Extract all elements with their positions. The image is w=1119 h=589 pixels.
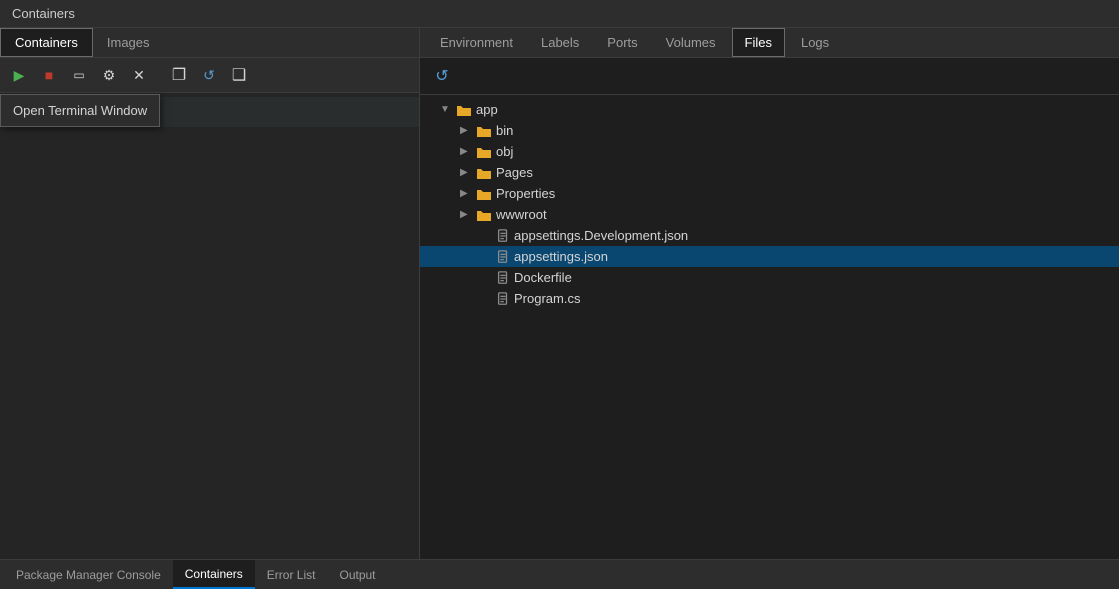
file-tree: ▼ app ▶ bin ▶ obj <box>420 95 1119 559</box>
tree-item-bin[interactable]: ▶ bin <box>420 120 1119 141</box>
right-tabs: Environment Labels Ports Volumes Files L… <box>420 28 1119 58</box>
folder-icon <box>476 166 492 180</box>
file-icon <box>496 229 510 243</box>
tree-item-label: app <box>476 102 498 117</box>
tree-item-label: wwwroot <box>496 207 547 222</box>
terminal-button[interactable]: ▭ <box>66 62 92 88</box>
tab-environment[interactable]: Environment <box>428 29 525 56</box>
bottom-tab-error-list[interactable]: Error List <box>255 560 328 589</box>
toolbar: ▶ ■ ▭ ⚙ ✕ ❐ ↺ ❑ Open Terminal Window <box>0 58 419 93</box>
tree-item-label: Properties <box>496 186 555 201</box>
tab-images[interactable]: Images <box>93 28 164 57</box>
tree-item-wwwroot[interactable]: ▶ wwwroot <box>420 204 1119 225</box>
tooltip-popup: Open Terminal Window <box>0 94 160 127</box>
folder-icon <box>456 103 472 117</box>
tabs-bar: Containers Images <box>0 28 419 58</box>
chevron-right-icon: ▶ <box>460 188 472 199</box>
chevron-down-icon: ▼ <box>440 104 452 115</box>
chevron-right-icon: ▶ <box>460 167 472 178</box>
folder-icon <box>476 187 492 201</box>
stop-button[interactable]: ■ <box>36 62 62 88</box>
tab-logs[interactable]: Logs <box>789 29 841 56</box>
tree-item-pages[interactable]: ▶ Pages <box>420 162 1119 183</box>
tab-files[interactable]: Files <box>732 28 785 57</box>
play-button[interactable]: ▶ <box>6 62 32 88</box>
container-list: WebApplication3 <box>0 93 419 559</box>
bottom-tabs-bar: Package Manager Console Containers Error… <box>0 559 1119 589</box>
tab-volumes[interactable]: Volumes <box>654 29 728 56</box>
tree-item-label: Dockerfile <box>514 270 572 285</box>
refresh-button[interactable]: ↺ <box>196 62 222 88</box>
chevron-right-icon: ▶ <box>460 209 472 220</box>
files-toolbar: ↺ <box>420 58 1119 95</box>
tree-item-properties[interactable]: ▶ Properties <box>420 183 1119 204</box>
chevron-right-icon: ▶ <box>460 125 472 136</box>
file-icon <box>496 292 510 306</box>
tree-item-dockerfile[interactable]: ▶ Dockerfile <box>420 267 1119 288</box>
right-panel: Environment Labels Ports Volumes Files L… <box>420 28 1119 559</box>
tree-item-app[interactable]: ▼ app <box>420 99 1119 120</box>
tree-item-appsettings[interactable]: ▶ appsettings.json <box>420 246 1119 267</box>
left-panel: Containers Images ▶ ■ ▭ ⚙ ✕ ❐ ↺ ❑ Open T… <box>0 28 420 559</box>
close-button[interactable]: ✕ <box>126 62 152 88</box>
tree-item-program[interactable]: ▶ Program.cs <box>420 288 1119 309</box>
folder-icon <box>476 208 492 222</box>
bottom-tab-output[interactable]: Output <box>327 560 387 589</box>
bottom-tab-containers[interactable]: Containers <box>173 560 255 589</box>
title-text: Containers <box>12 6 75 21</box>
main-content: Containers Images ▶ ■ ▭ ⚙ ✕ ❐ ↺ ❑ Open T… <box>0 28 1119 559</box>
tree-item-label: obj <box>496 144 513 159</box>
folder-icon <box>476 124 492 138</box>
tab-containers[interactable]: Containers <box>0 28 93 57</box>
tooltip-text: Open Terminal Window <box>13 103 147 118</box>
tree-item-label: appsettings.Development.json <box>514 228 688 243</box>
bottom-tab-package-manager[interactable]: Package Manager Console <box>4 560 173 589</box>
folder-icon <box>476 145 492 159</box>
tree-item-label: bin <box>496 123 513 138</box>
chevron-right-icon: ▶ <box>460 146 472 157</box>
copy-button[interactable]: ❐ <box>166 62 192 88</box>
tree-item-label: Program.cs <box>514 291 580 306</box>
file-icon <box>496 271 510 285</box>
tree-item-label: appsettings.json <box>514 249 608 264</box>
tree-item-appsettings-dev[interactable]: ▶ appsettings.Development.json <box>420 225 1119 246</box>
settings-button[interactable]: ⚙ <box>96 62 122 88</box>
files-refresh-button[interactable]: ↺ <box>430 64 454 88</box>
tree-item-obj[interactable]: ▶ obj <box>420 141 1119 162</box>
title-bar: Containers <box>0 0 1119 28</box>
tab-ports[interactable]: Ports <box>595 29 649 56</box>
extra-button[interactable]: ❑ <box>226 62 252 88</box>
tree-item-label: Pages <box>496 165 533 180</box>
file-icon <box>496 250 510 264</box>
tab-labels[interactable]: Labels <box>529 29 591 56</box>
